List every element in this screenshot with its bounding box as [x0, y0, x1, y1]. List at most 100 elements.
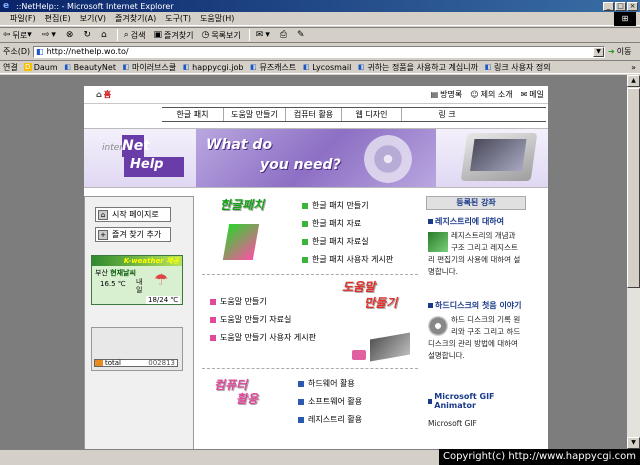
nav-hangul-patch[interactable]: 한글 패치: [162, 108, 224, 121]
bullet-icon: [302, 202, 308, 209]
history-button[interactable]: ◷ 목록보기: [201, 30, 240, 41]
links-more-icon[interactable]: »: [631, 63, 636, 72]
umbrella-icon: ☂: [154, 270, 169, 289]
bullet-icon: [298, 416, 304, 423]
go-button[interactable]: ➜ 이동: [608, 46, 631, 57]
computer-item[interactable]: 레지스트리 활용: [298, 414, 362, 425]
menu-view[interactable]: 보기(V): [80, 13, 106, 24]
window-controls: _ □ ×: [603, 1, 638, 11]
minimize-button[interactable]: _: [603, 1, 614, 11]
guestbook-link[interactable]: ▤ 방명록: [431, 89, 463, 100]
menu-file[interactable]: 파일(F): [10, 13, 36, 24]
scroll-up-button[interactable]: ▲: [627, 75, 640, 87]
link-happycgi-job[interactable]: ◧ happycgi.job: [182, 63, 244, 72]
article-body: Microsoft GIF: [428, 419, 477, 428]
banner: inter Net Help What do you need?: [84, 128, 548, 188]
menu-edit[interactable]: 편집(E): [45, 13, 71, 24]
nav-web-design[interactable]: 웹 디자인: [342, 108, 402, 121]
computer-item[interactable]: 소프트웨어 활용: [298, 396, 362, 407]
back-button[interactable]: ⇦ 뒤로 ▾: [3, 30, 34, 41]
mail-button[interactable]: ✉ ▾: [256, 30, 272, 40]
help-section-title-2[interactable]: 만들기: [364, 294, 397, 311]
menu-tools[interactable]: 도구(T): [165, 13, 191, 24]
stop-icon: ⊗: [65, 30, 74, 40]
daum-icon: D: [23, 63, 32, 71]
hangul-item[interactable]: 한글 패치 만들기: [302, 200, 369, 211]
toolbar-separator: [248, 29, 250, 41]
dropdown-icon: ▾: [265, 30, 270, 40]
bullet-icon: [428, 303, 433, 308]
edit-button[interactable]: ✎: [297, 30, 307, 40]
logo-help-text: Help: [130, 157, 164, 172]
scroll-down-button[interactable]: ▼: [627, 437, 640, 449]
link-lycosmail[interactable]: ◧ Lycosmail: [302, 63, 351, 72]
site-logo[interactable]: inter Net Help: [84, 135, 196, 181]
page-icon: ◧: [36, 47, 44, 56]
hangul-item[interactable]: 한글 패치 자료실: [302, 236, 369, 247]
help-item[interactable]: 도움말 만들기 자료실: [210, 314, 291, 325]
article-title[interactable]: Microsoft GIF Animator: [428, 392, 524, 410]
nav-help-making[interactable]: 도움말 만들기: [224, 108, 286, 121]
scroll-thumb[interactable]: [627, 88, 640, 288]
menu-help[interactable]: 도움말(H): [200, 13, 234, 24]
ie-page-icon: ◧: [250, 63, 257, 71]
about-link[interactable]: ☺ 제의 소개: [470, 89, 512, 100]
help-section-title-1[interactable]: 도움말: [342, 278, 375, 295]
vertical-scrollbar[interactable]: ▲ ▼: [627, 75, 640, 449]
search-icon: ⌕: [123, 30, 129, 40]
link-genuine[interactable]: ◧ 귀하는 정품을 사용하고 계십니까: [357, 62, 478, 73]
article-title[interactable]: 레지스트리에 대하여: [428, 216, 504, 227]
home-link[interactable]: ⌂ 홈: [96, 89, 111, 100]
toolbar: ⇦ 뒤로 ▾ ⇨ ▾ ⊗ ↻ ⌂ ⌕ 검색 ▣ 즐겨찾기 ◷ 목록보기 ✉ ▾ ⎙ ✎: [0, 27, 640, 43]
add-favorite-button[interactable]: + 즐겨 찾기 추가: [95, 227, 171, 242]
hangul-item[interactable]: 한글 패치 자료: [302, 218, 361, 229]
computer-section-title-2[interactable]: 활용: [236, 390, 258, 407]
address-input[interactable]: ◧ http://nethelp.wo.to/ ▼: [33, 45, 605, 58]
computer-item[interactable]: 하드웨어 활용: [298, 378, 355, 389]
hangul-art-image: [222, 224, 260, 260]
refresh-button[interactable]: ↻: [83, 30, 93, 40]
favorites-button[interactable]: ▣ 즐겨찾기: [153, 30, 193, 41]
weather-day: 내일: [136, 278, 143, 294]
home-button[interactable]: ⌂: [101, 30, 109, 40]
link-iloveschool[interactable]: ◧ 마이러브스쿨: [122, 62, 176, 73]
link-daum[interactable]: D Daum: [23, 63, 58, 72]
forward-button[interactable]: ⇨ ▾: [42, 30, 58, 40]
address-label: 주소(D): [3, 47, 31, 56]
address-dropdown-button[interactable]: ▼: [593, 46, 604, 57]
print-button[interactable]: ⎙: [280, 30, 289, 40]
copyright-text: Copyright(c) http://www.happycgi.com: [438, 449, 640, 465]
visitor-counter: total 002813: [91, 327, 183, 371]
help-item[interactable]: 도움말 만들기: [210, 296, 267, 307]
toolbar-separator: [116, 29, 118, 41]
help-item[interactable]: 도움말 만들기 사용자 게시판: [210, 332, 316, 343]
hangul-section-title[interactable]: 한글패치: [220, 196, 264, 213]
maximize-button[interactable]: □: [615, 1, 626, 11]
link-beautynet[interactable]: ◧ BeautyNet: [64, 63, 116, 72]
counter-value: 002813: [148, 359, 175, 367]
left-sidebar: ⌂ 시작 페이지로 + 즐겨 찾기 추가 K-weather 제공 부산 현재날씨 …: [84, 196, 194, 449]
center-content: 한글패치 한글 패치 만들기 한글 패치 자료 한글 패치 자료실 한글 패치 …: [202, 196, 422, 449]
stop-button[interactable]: ⊗: [66, 30, 76, 40]
dropdown-icon: ▾: [27, 30, 32, 40]
menu-bar: 파일(F) 편집(E) 보기(V) 즐겨찾기(A) 도구(T) 도움말(H) ⊞: [0, 12, 640, 26]
search-button[interactable]: ⌕ 검색: [124, 30, 146, 41]
bullet-icon: [210, 334, 216, 341]
window-titlebar[interactable]: e ::NetHelp:: - Microsoft Internet Explo…: [0, 0, 640, 12]
home-icon: ⌂: [98, 209, 108, 220]
start-page-button[interactable]: ⌂ 시작 페이지로: [95, 207, 171, 222]
hangul-item[interactable]: 한글 패치 사용자 게시판: [302, 254, 393, 265]
address-url[interactable]: http://nethelp.wo.to/: [47, 47, 129, 56]
links-bar: 연결 D Daum ◧ BeautyNet ◧ 마이러브스쿨 ◧ happycgi.jo…: [0, 60, 640, 74]
weather-widget[interactable]: K-weather 제공 부산 현재날씨 16.5 ℃ 내일 ☂ 18/24 ℃: [91, 255, 183, 305]
nav-computer[interactable]: 컴퓨터 활용: [286, 108, 342, 121]
mail-icon: ✉: [520, 90, 528, 99]
close-button[interactable]: ×: [627, 1, 638, 11]
edit-icon: ✎: [297, 30, 305, 40]
link-customize[interactable]: ◧ 링크 사용자 정의: [484, 62, 551, 73]
menu-favorites[interactable]: 즐겨찾기(A): [115, 13, 156, 24]
article-title[interactable]: 하드디스크의 첫음 이야기: [428, 300, 522, 311]
link-musecast[interactable]: ◧ 뮤즈캐스트: [249, 62, 296, 73]
mail-link[interactable]: ✉ 메일: [521, 89, 544, 100]
nav-links[interactable]: 링 크: [402, 108, 492, 121]
